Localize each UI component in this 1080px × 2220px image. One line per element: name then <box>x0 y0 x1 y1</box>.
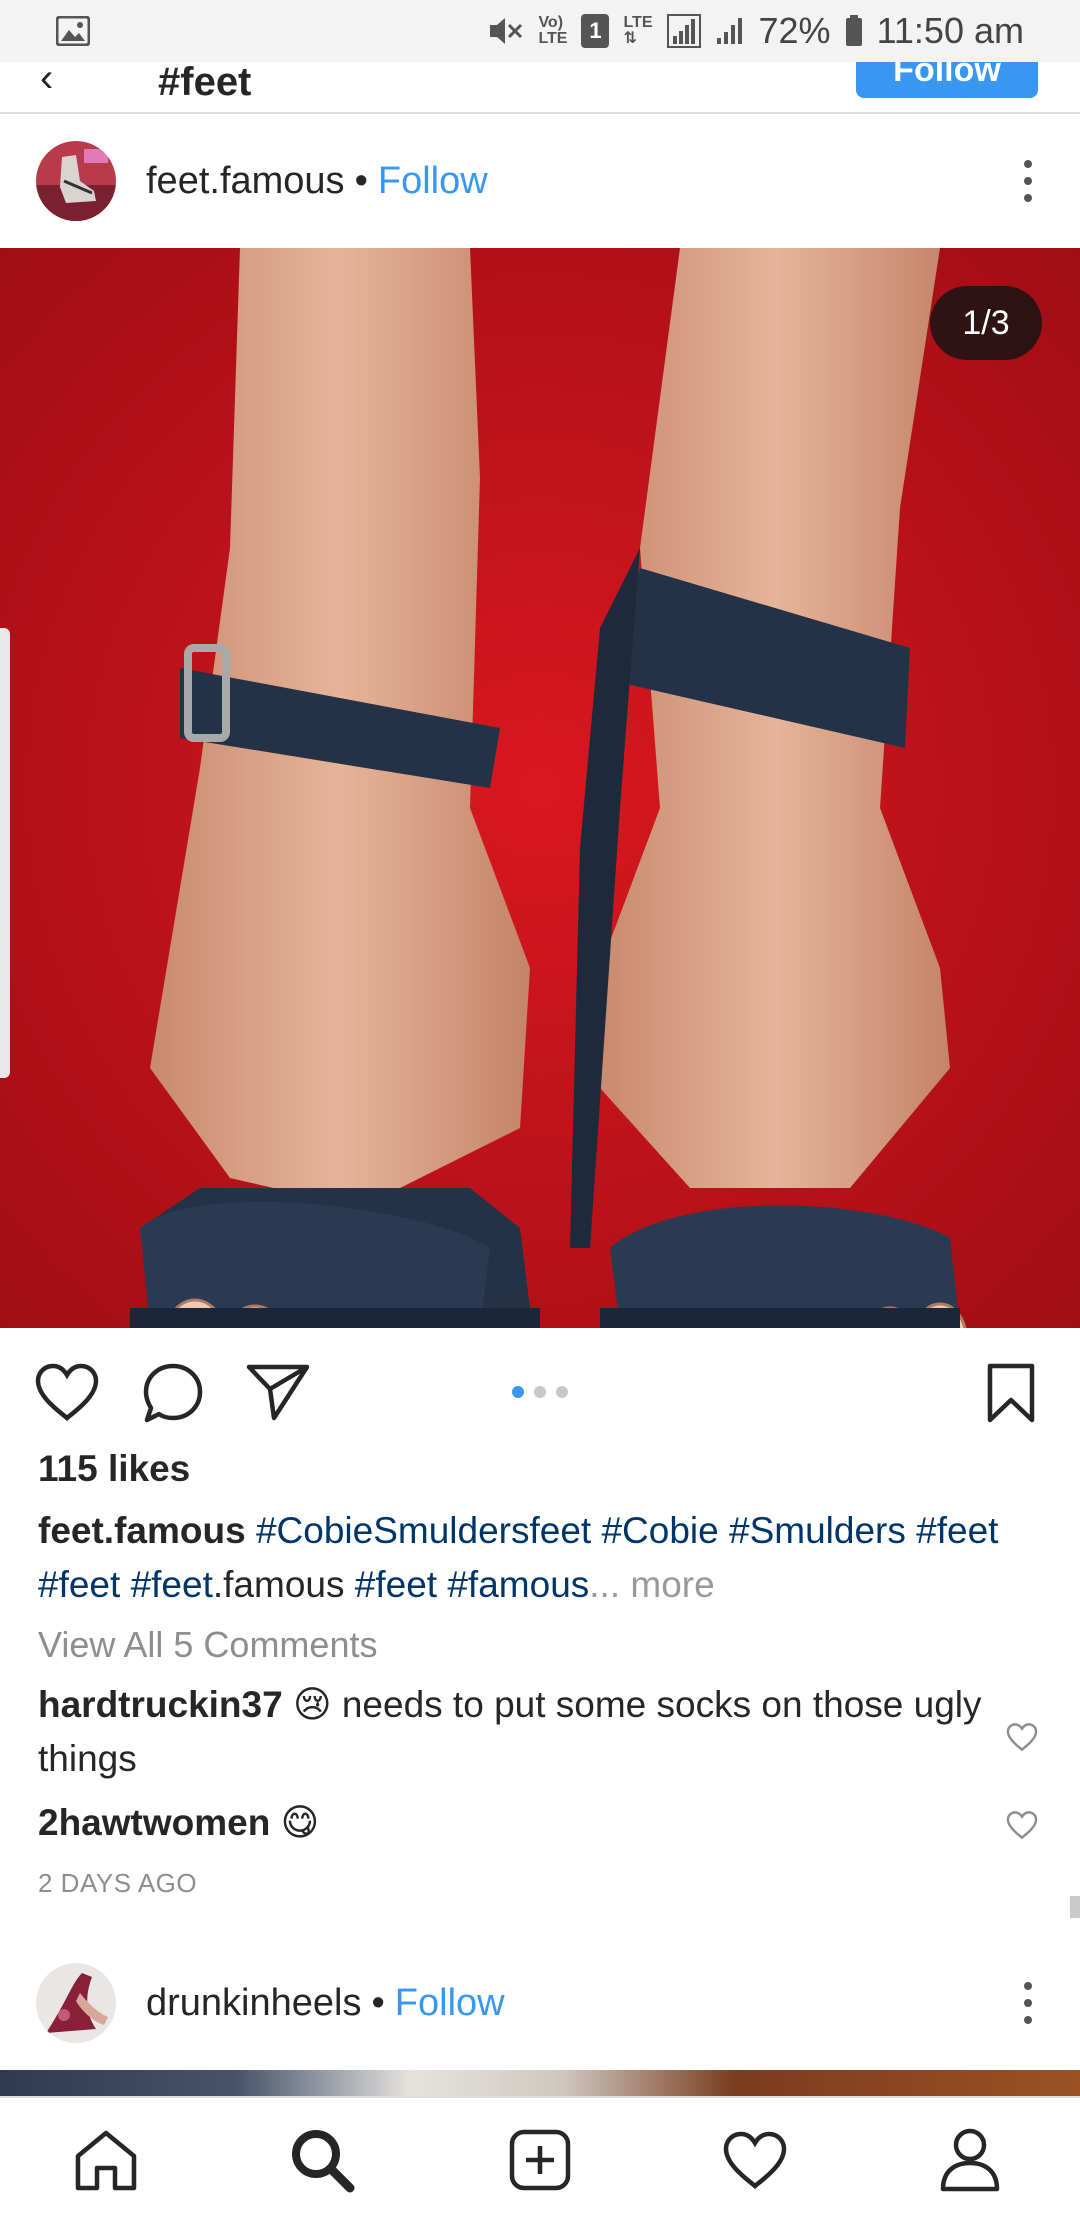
follow-link[interactable]: Follow <box>378 160 488 203</box>
hashtag-link[interactable]: #famous <box>447 1564 589 1605</box>
comment-emoji: 😢 <box>292 1684 332 1725</box>
comment-item: hardtruckin37 😢 needs to put some socks … <box>38 1678 998 1786</box>
hashtag-link[interactable]: #feet <box>355 1564 437 1605</box>
mute-icon <box>488 14 524 48</box>
separator-dot: • <box>371 1981 385 2024</box>
carousel-dot-1 <box>512 1386 524 1398</box>
comment-like-heart-icon[interactable] <box>1006 1722 1038 1757</box>
comment-emoji: 😋 <box>280 1802 320 1843</box>
likes-count[interactable]: 115 likes <box>38 1448 190 1490</box>
hashtag-link[interactable]: #CobieSmuldersfeet <box>256 1510 591 1551</box>
clock: 11:50 am <box>876 10 1024 51</box>
home-icon[interactable] <box>70 2124 142 2196</box>
carousel-dot-3 <box>556 1386 568 1398</box>
signal-icon-1 <box>666 14 701 48</box>
profile-icon[interactable] <box>934 2124 1006 2196</box>
volte-indicator: Vo) LTE <box>538 15 567 47</box>
photo-counter: 1/3 <box>930 286 1042 360</box>
post-timestamp: 2 DAYS AGO <box>38 1868 198 1898</box>
share-paper-plane-icon[interactable] <box>246 1362 310 1427</box>
app-header: ‹ #feet Follow <box>0 62 1080 114</box>
hashtag-link[interactable]: #feet <box>38 1564 120 1605</box>
caption-username[interactable]: feet.famous <box>38 1510 246 1551</box>
lte-label: LTE <box>623 14 653 31</box>
carousel-dot-2 <box>534 1386 546 1398</box>
photo-feet-sandals <box>0 248 1080 1328</box>
next-post-header: drunkinheels • Follow <box>0 1936 1080 2070</box>
volte-label: Vo) <box>538 14 564 31</box>
lte-indicator: LTE ⇅ <box>623 15 652 47</box>
comment-username[interactable]: 2hawtwomen <box>38 1802 270 1843</box>
caption-text: .famous <box>212 1564 345 1605</box>
follow-link[interactable]: Follow <box>395 1982 505 2025</box>
battery-icon <box>845 15 863 47</box>
post-username[interactable]: feet.famous <box>146 160 345 203</box>
more-options-icon[interactable] <box>1024 160 1032 202</box>
comment-like-heart-icon[interactable] <box>1006 1810 1038 1845</box>
hashtag-link[interactable]: #feet <box>131 1564 213 1605</box>
hashtag-follow-button[interactable]: Follow <box>856 62 1038 98</box>
page-title: #feet <box>158 62 252 104</box>
volte-sub-label: LTE <box>538 30 568 47</box>
like-heart-icon[interactable] <box>34 1362 100 1427</box>
battery-percent: 72% <box>758 10 831 51</box>
view-all-comments-link[interactable]: View All 5 Comments <box>38 1624 377 1666</box>
data-arrows-icon: ⇅ <box>623 30 637 47</box>
add-post-icon[interactable] <box>504 2124 576 2196</box>
gallery-notification-icon <box>56 16 90 46</box>
scrollbar-thumb[interactable] <box>1070 1896 1080 1918</box>
post-username[interactable]: drunkinheels <box>146 1982 361 2025</box>
avatar[interactable] <box>36 1963 116 2043</box>
caption-ellipsis: ... <box>589 1564 621 1605</box>
search-icon[interactable] <box>286 2124 358 2196</box>
post-header: feet.famous • Follow <box>0 114 1080 248</box>
activity-heart-icon[interactable] <box>719 2124 791 2196</box>
edge-panel-handle[interactable] <box>0 628 10 1078</box>
carousel-indicator <box>512 1386 568 1398</box>
status-bar: Vo) LTE 1 LTE ⇅ 72% 11:50 am <box>0 0 1080 62</box>
post-action-row <box>0 1328 1080 1448</box>
comment-item: 2hawtwomen 😋 <box>38 1796 998 1850</box>
post-user-line: feet.famous • Follow <box>146 160 488 203</box>
post-photo[interactable]: 1/3 <box>0 248 1080 1328</box>
comment-username[interactable]: hardtruckin37 <box>38 1684 283 1725</box>
separator-dot: • <box>354 159 368 202</box>
status-left <box>56 16 90 46</box>
more-options-icon[interactable] <box>1024 1982 1032 2024</box>
post-caption: feet.famous #CobieSmuldersfeet #Cobie #S… <box>38 1504 1048 1612</box>
bottom-nav <box>0 2096 1080 2220</box>
status-right: Vo) LTE 1 LTE ⇅ 72% 11:50 am <box>488 10 1024 52</box>
comment-bubble-icon[interactable] <box>142 1362 204 1429</box>
avatar[interactable] <box>36 141 116 221</box>
back-arrow-icon[interactable]: ‹ <box>40 62 53 101</box>
hashtag-link[interactable]: #feet <box>916 1510 998 1551</box>
signal-icon-2 <box>715 16 745 46</box>
post-user-line: drunkinheels • Follow <box>146 1982 505 2025</box>
caption-more-link[interactable]: more <box>630 1564 714 1605</box>
hashtag-link[interactable]: #Smulders <box>729 1510 906 1551</box>
sim-indicator: 1 <box>581 14 610 48</box>
save-bookmark-icon[interactable] <box>986 1362 1036 1429</box>
hashtag-link[interactable]: #Cobie <box>601 1510 718 1551</box>
